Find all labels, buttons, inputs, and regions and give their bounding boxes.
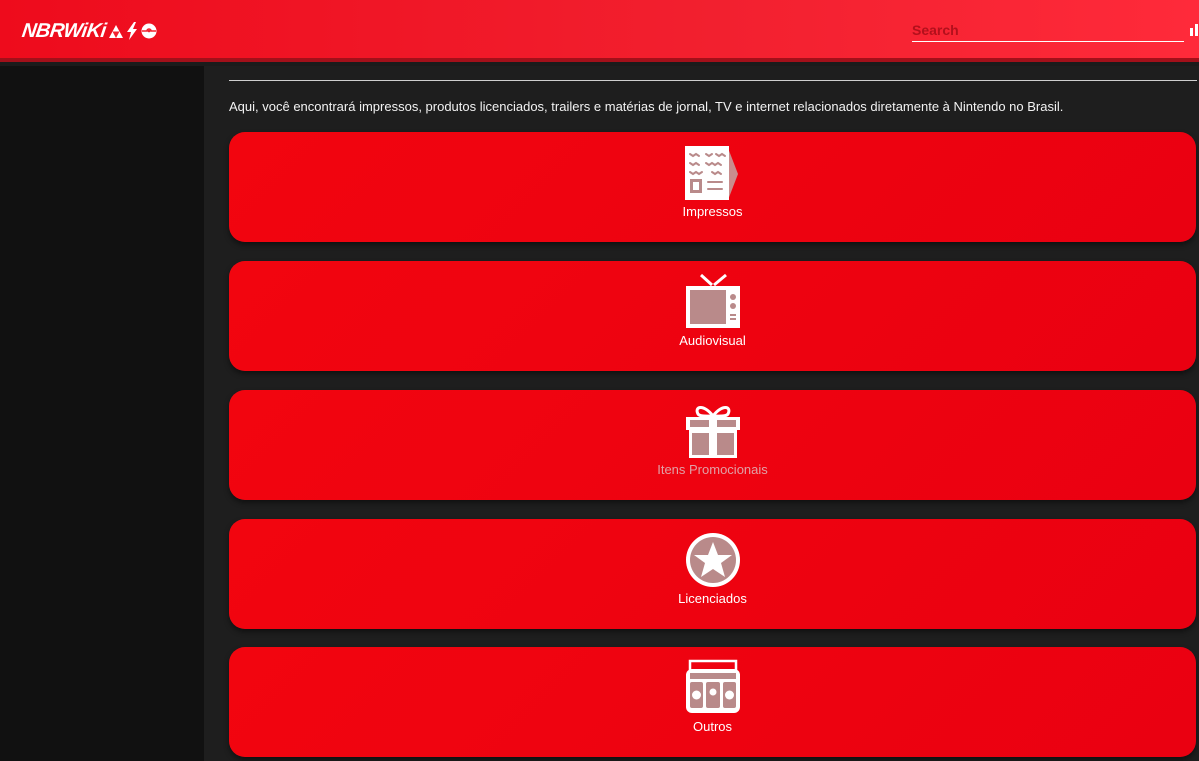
triforce-icon — [108, 24, 123, 38]
category-label-outros: Outros — [692, 719, 732, 734]
newspaper-icon — [685, 146, 738, 200]
category-card-impressos[interactable]: Impressos — [229, 132, 1196, 242]
star-badge-icon — [686, 533, 740, 587]
intro-text: Aqui, você encontrará impressos, produto… — [229, 99, 1064, 114]
tv-icon — [686, 273, 740, 328]
stats-icon[interactable] — [1190, 24, 1199, 36]
site-logo[interactable]: NBRWiKi — [20, 17, 157, 45]
divider — [229, 80, 1197, 81]
category-card-audiovisual[interactable]: Audiovisual — [229, 261, 1196, 371]
gift-icon — [686, 406, 740, 458]
category-card-licenciados[interactable]: Licenciados — [229, 519, 1196, 629]
category-label-audiovisual: Audiovisual — [679, 333, 746, 348]
category-label-impressos: Impressos — [682, 204, 743, 219]
search-input[interactable] — [912, 18, 1184, 42]
radio-icon — [686, 659, 740, 713]
lightning-icon — [126, 22, 137, 40]
sidebar — [0, 66, 204, 761]
logo-text: NBRWiKi — [20, 19, 108, 42]
category-card-itens-promocionais[interactable]: Itens Promocionais — [229, 390, 1196, 500]
category-card-outros[interactable]: Outros — [229, 647, 1196, 757]
top-bar: NBRWiKi — [0, 0, 1199, 62]
pokeball-icon — [141, 23, 157, 39]
category-label-licenciados: Licenciados — [678, 591, 747, 606]
category-label-itens-promocionais: Itens Promocionais — [657, 462, 768, 477]
